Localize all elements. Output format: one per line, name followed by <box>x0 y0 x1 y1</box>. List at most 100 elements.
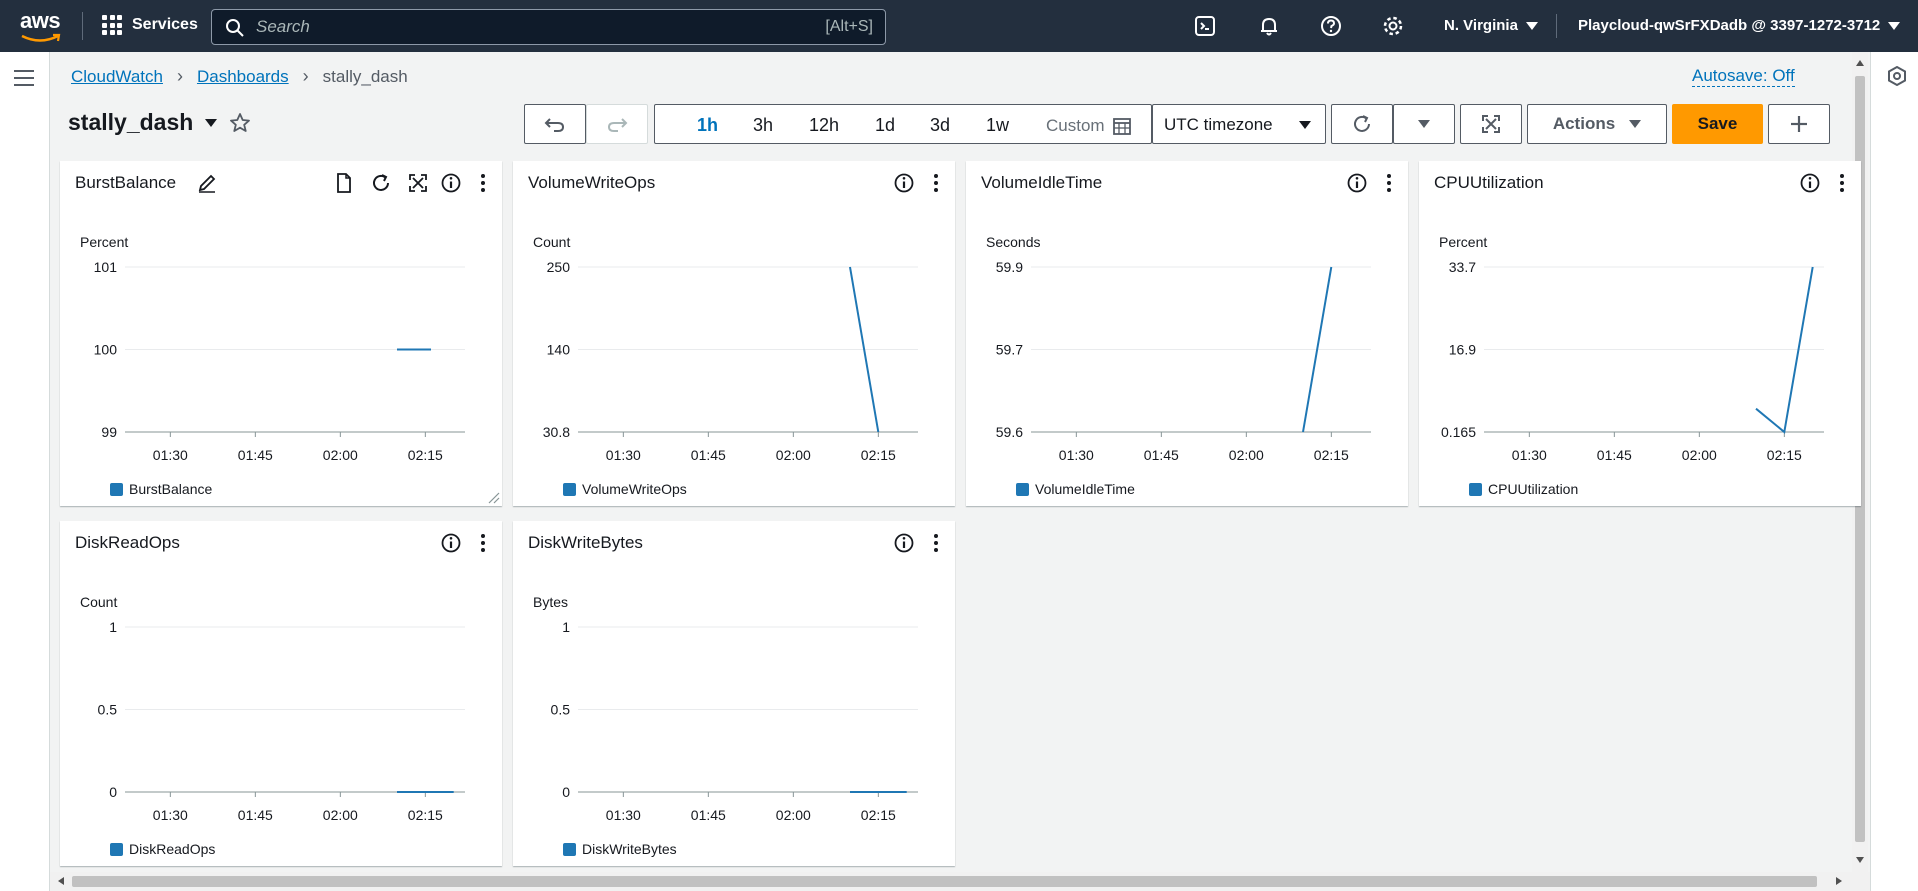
x-tick-label: 01:45 <box>238 807 273 823</box>
region-selector[interactable]: N. Virginia <box>1444 17 1538 34</box>
fullscreen-icon <box>1482 115 1500 133</box>
resize-handle-icon[interactable] <box>488 492 500 504</box>
x-tick-label: 02:00 <box>323 447 358 463</box>
search-input[interactable] <box>256 15 776 39</box>
y-tick-label: 16.9 <box>1449 342 1476 358</box>
account-menu[interactable]: Playcloud-qwSrFXDadb @ 3397-1272-3712 <box>1578 17 1901 34</box>
time-range-1d[interactable]: 1d <box>875 115 895 136</box>
x-tick-label: 01:45 <box>691 807 726 823</box>
y-tick-label: 100 <box>94 342 118 358</box>
time-range-3h[interactable]: 3h <box>753 115 773 136</box>
legend-item[interactable]: VolumeWriteOps <box>563 481 687 497</box>
actions-dropdown-button[interactable]: Actions <box>1527 104 1667 144</box>
undo-button[interactable] <box>524 104 586 144</box>
page-title: stally_dash <box>68 109 194 135</box>
cloudshell-icon[interactable] <box>1194 15 1216 37</box>
legend-item[interactable]: DiskWriteBytes <box>563 841 677 857</box>
breadcrumb-dashboards-link[interactable]: Dashboards <box>197 67 289 87</box>
nav-divider <box>1556 14 1557 38</box>
horizontal-scroll-thumb[interactable] <box>72 876 1817 887</box>
x-tick-label: 01:30 <box>606 447 641 463</box>
time-range-1h[interactable]: 1h <box>697 115 718 136</box>
refresh-button[interactable] <box>1331 104 1393 144</box>
fullscreen-button[interactable] <box>1460 104 1522 144</box>
x-tick-label: 01:45 <box>238 447 273 463</box>
metric-widget[interactable]: BurstBalance Percent 101 100 99 01:30 01:45 02:… <box>60 161 502 506</box>
services-label: Services <box>132 16 198 33</box>
chevron-right-icon: › <box>176 66 183 86</box>
notifications-bell-icon[interactable] <box>1258 15 1280 37</box>
y-tick-label: 250 <box>547 259 571 275</box>
legend-swatch <box>110 482 123 496</box>
metric-widget[interactable]: CPUUtilization Percent 33.7 16.9 0.165 01:30 0… <box>1419 161 1861 506</box>
x-tick-label: 01:45 <box>1597 447 1632 463</box>
search-box[interactable]: [Alt+S] <box>211 9 886 45</box>
favorite-star-icon[interactable] <box>229 112 251 134</box>
breadcrumb-cloudwatch-link[interactable]: CloudWatch <box>71 67 163 87</box>
settings-gear-icon[interactable] <box>1382 15 1404 37</box>
scroll-up-icon[interactable] <box>1856 60 1864 66</box>
legend-item[interactable]: VolumeIdleTime <box>1016 481 1135 497</box>
services-menu-button[interactable]: Services <box>102 15 198 35</box>
time-range-1w[interactable]: 1w <box>986 115 1009 136</box>
metric-widget[interactable]: DiskReadOps Count 1 0.5 0 01:30 01:45 02:00 02:1… <box>60 521 502 866</box>
y-tick-label: 101 <box>94 259 118 275</box>
legend-item[interactable]: DiskReadOps <box>110 841 215 857</box>
time-range-selector: 1h 3h 12h 1d 3d 1w Custom <box>654 104 1152 144</box>
breadcrumb-current: stally_dash <box>322 66 408 86</box>
metric-widget[interactable]: VolumeWriteOps Count 250 140 30.8 01:30 01:45 0… <box>513 161 955 506</box>
metric-widget[interactable]: VolumeIdleTime Seconds 59.9 59.7 59.6 01:30 01… <box>966 161 1408 506</box>
x-tick-label: 02:00 <box>323 807 358 823</box>
apps-grid-icon <box>102 15 122 35</box>
save-button[interactable]: Save <box>1672 104 1763 144</box>
scroll-left-icon[interactable] <box>58 877 64 885</box>
time-range-12h[interactable]: 12h <box>809 115 839 136</box>
legend-item[interactable]: CPUUtilization <box>1469 481 1578 497</box>
x-tick-label: 02:15 <box>408 807 443 823</box>
timezone-label: UTC timezone <box>1164 115 1273 134</box>
dashboard-switcher-caret-icon[interactable] <box>205 118 218 127</box>
dashboard-header: stally_dash <box>68 109 251 136</box>
caret-down-icon <box>1888 21 1901 30</box>
y-tick-label: 59.6 <box>996 424 1023 440</box>
caret-down-icon <box>1525 21 1538 30</box>
timezone-dropdown[interactable]: UTC timezone <box>1152 104 1326 144</box>
hexagon-settings-icon[interactable] <box>1887 66 1907 86</box>
scroll-right-icon[interactable] <box>1836 877 1842 885</box>
y-tick-label: 0 <box>562 784 570 800</box>
custom-range-button[interactable]: Custom <box>1046 116 1131 136</box>
add-widget-button[interactable] <box>1768 104 1830 144</box>
horizontal-scrollbar[interactable] <box>50 872 1870 891</box>
x-tick-label: 02:00 <box>776 807 811 823</box>
y-tick-label: 59.7 <box>996 342 1023 358</box>
legend-swatch <box>1016 482 1029 496</box>
caret-down-icon <box>1418 120 1430 128</box>
legend-swatch <box>563 482 576 496</box>
account-label: Playcloud-qwSrFXDadb @ 3397-1272-3712 <box>1578 17 1881 34</box>
caret-down-icon <box>1299 121 1311 129</box>
y-tick-label: 30.8 <box>543 424 570 440</box>
x-tick-label: 01:30 <box>1059 447 1094 463</box>
x-tick-label: 02:15 <box>408 447 443 463</box>
time-range-3d[interactable]: 3d <box>930 115 950 136</box>
x-tick-label: 01:30 <box>153 447 188 463</box>
y-tick-label: 1 <box>109 619 117 635</box>
scroll-down-icon[interactable] <box>1856 857 1864 863</box>
breadcrumb: CloudWatch › Dashboards › stally_dash <box>71 66 408 87</box>
autosave-toggle[interactable]: Autosave: Off <box>1692 66 1795 87</box>
menu-hamburger-icon[interactable] <box>14 70 34 86</box>
help-icon[interactable] <box>1320 15 1342 37</box>
refresh-options-button[interactable] <box>1393 104 1455 144</box>
redo-button[interactable] <box>586 104 648 144</box>
metric-line-chart: 250 140 30.8 01:30 01:45 02:00 02:15 <box>543 259 918 463</box>
aws-logo[interactable]: aws <box>20 10 64 44</box>
x-tick-label: 01:45 <box>1144 447 1179 463</box>
legend-item[interactable]: BurstBalance <box>110 481 212 497</box>
x-tick-label: 02:15 <box>1767 447 1802 463</box>
legend-swatch <box>563 842 576 856</box>
y-tick-label: 59.9 <box>996 259 1023 275</box>
metric-widget[interactable]: DiskWriteBytes Bytes 1 0.5 0 01:30 01:45 02:00 0… <box>513 521 955 866</box>
y-tick-label: 0.165 <box>1441 424 1476 440</box>
redo-icon <box>607 118 628 132</box>
y-tick-label: 99 <box>101 424 117 440</box>
